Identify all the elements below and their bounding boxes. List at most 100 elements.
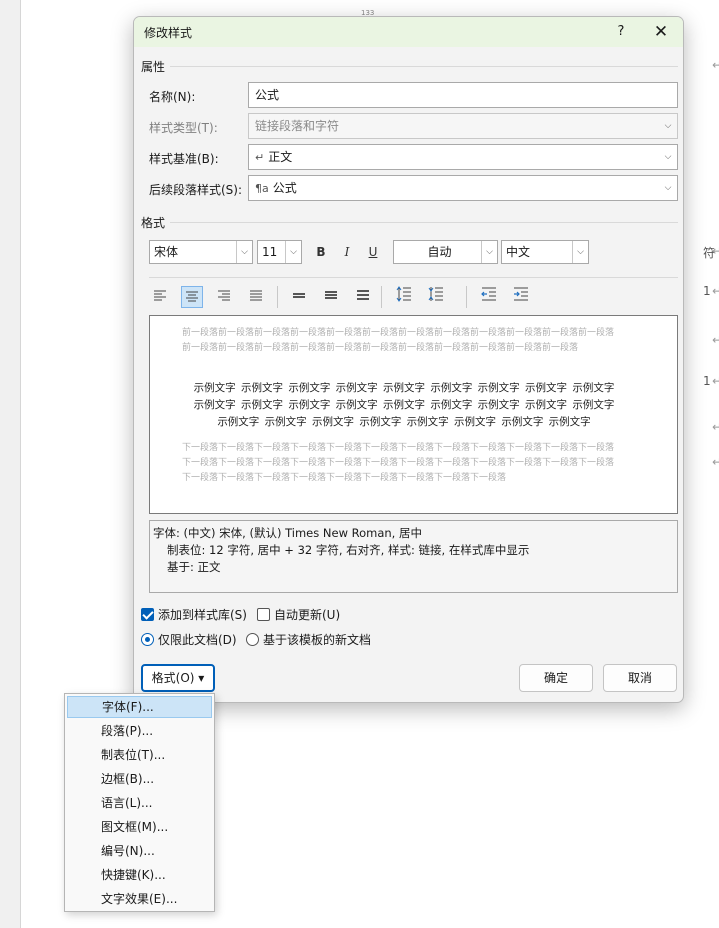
increase-paragraph-spacing-icon[interactable] [393,286,415,308]
menu-item-paragraph[interactable]: 段落(P)... [67,720,212,742]
align-right-icon[interactable] [213,286,235,308]
decrease-paragraph-spacing-icon[interactable] [425,286,447,308]
single-spacing-icon[interactable] [288,286,310,308]
preview-next-paragraph: 下一段落下一段落下一段落下一段落下一段落下一段落下一段落下一段落下一段落下一段落… [182,443,615,483]
script-select[interactable]: 中文 ⌵ [501,240,589,264]
preview-sample-line: 示例文字 示例文字 示例文字 示例文字 示例文字 示例文字 示例文字 示例文字 [217,416,591,428]
help-button[interactable]: ? [610,21,632,43]
format-menu: 字体(F)... 段落(P)... 制表位(T)... 边框(B)... 语言(… [64,693,215,912]
menu-item-font[interactable]: 字体(F)... [67,696,212,718]
font-name-select[interactable]: 宋体 ⌵ [149,240,253,264]
font-name-value: 宋体 [154,245,179,259]
dialog-titlebar: 修改样式 ? ✕ [134,17,683,47]
chevron-down-icon[interactable]: ⌵ [285,241,301,263]
style-type-label: 样式类型(T): [149,121,218,135]
font-color-value: 自动 [427,245,452,259]
divider [170,222,678,223]
style-preview: 前一段落前一段落前一段落前一段落前一段落前一段落前一段落前一段落前一段落前一段落… [149,315,678,514]
menu-item-frame[interactable]: 图文框(M)... [67,816,212,838]
radio-icon[interactable] [246,633,259,646]
linked-style-icon: ¶a [255,182,269,195]
menu-item-shortcut-key[interactable]: 快捷键(K)... [67,864,212,886]
cancel-button[interactable]: 取消 [603,664,677,692]
ok-button[interactable]: 确定 [519,664,593,692]
style-description: 字体: (中文) 宋体, (默认) Times New Roman, 居中 制表… [149,520,678,593]
only-this-document-radio[interactable]: 仅限此文档(D) [141,631,237,648]
align-center-icon[interactable] [181,286,203,308]
font-size-select[interactable]: 11 ⌵ [257,240,302,264]
double-spacing-icon[interactable] [352,286,374,308]
only-this-document-label: 仅限此文档(D) [158,633,237,647]
chevron-down-icon[interactable]: ⌵ [572,241,588,263]
next-style-label: 后续段落样式(S): [149,183,243,197]
next-style-value: 公式 [272,181,297,195]
increase-indent-icon[interactable] [510,286,532,308]
underline-button[interactable]: U [362,241,384,263]
toolbar-separator [277,286,278,308]
close-icon[interactable]: ✕ [649,21,673,43]
align-left-icon[interactable] [149,286,171,308]
based-on-label: 样式基准(B): [149,152,219,166]
divider [170,66,678,67]
menu-item-border[interactable]: 边框(B)... [67,768,212,790]
auto-update-checkbox[interactable]: 自动更新(U) [257,606,340,623]
chevron-down-icon[interactable]: ⌵ [659,145,677,169]
decrease-indent-icon[interactable] [478,286,500,308]
doc-text-fragment: 1 [703,284,711,298]
bold-button[interactable]: B [310,241,332,263]
auto-update-label: 自动更新(U) [274,608,341,622]
new-documents-template-label: 基于该模板的新文档 [263,633,372,647]
paragraph-mark-icon: ↵ [712,58,719,72]
preview-sample-line: 示例文字 示例文字 示例文字 示例文字 示例文字 示例文字 示例文字 示例文字 … [193,382,615,394]
paragraph-mark-icon: ↵ [712,374,719,388]
menu-item-numbering[interactable]: 编号(N)... [67,840,212,862]
format-menu-button[interactable]: 格式(O) ▾ [141,664,215,692]
paragraph-mark-icon: ↵ [712,284,719,298]
based-on-value: 正文 [268,150,293,164]
paragraph-mark-icon: ↵ [712,244,719,258]
paragraph-style-icon: ↵ [255,151,265,164]
menu-item-language[interactable]: 语言(L)... [67,792,212,814]
checkbox-icon[interactable] [257,608,270,621]
style-name-input[interactable]: 公式 [248,82,678,108]
dialog-title: 修改样式 [144,26,193,40]
font-color-select[interactable]: 自动 ⌵ [393,240,498,264]
description-line: 基于: 正文 [167,560,221,574]
menu-item-text-effects[interactable]: 文字效果(E)... [67,888,212,910]
description-line: 制表位: 12 字符, 居中 + 32 字符, 右对齐, 样式: 链接, 在样式… [167,543,530,557]
style-type-select: 链接段落和字符 ⌵ [248,113,678,139]
chevron-down-icon[interactable]: ⌵ [236,241,252,263]
description-line: 字体: (中文) 宋体, (默认) Times New Roman, 居中 [153,526,422,540]
properties-section-label: 属性 [141,60,166,74]
justify-icon[interactable] [245,286,267,308]
name-label: 名称(N): [149,90,196,104]
toolbar-separator [381,286,382,308]
add-to-gallery-checkbox[interactable]: 添加到样式库(S) [141,606,247,623]
paragraph-mark-icon: ↵ [712,455,719,469]
next-style-select[interactable]: ¶a 公式 ⌵ [248,175,678,201]
doc-text-fragment: 1 [703,374,711,388]
style-type-value: 链接段落和字符 [255,119,340,133]
menu-item-tabs[interactable]: 制表位(T)... [67,744,212,766]
script-value: 中文 [506,245,531,259]
paragraph-mark-icon: ↵ [712,333,719,347]
italic-button[interactable]: I [336,241,358,263]
checkbox-checked-icon[interactable] [141,608,154,621]
preview-sample-line: 示例文字 示例文字 示例文字 示例文字 示例文字 示例文字 示例文字 示例文字 … [193,399,615,411]
chevron-down-icon[interactable]: ⌵ [481,241,497,263]
one-half-spacing-icon[interactable] [320,286,342,308]
new-documents-template-radio[interactable]: 基于该模板的新文档 [246,631,371,648]
chevron-down-icon: ⌵ [664,121,672,131]
paragraph-mark-icon: ↵ [712,420,719,434]
divider [149,277,678,278]
format-section-label: 格式 [141,216,166,230]
radio-selected-icon[interactable] [141,633,154,646]
modify-style-dialog: 修改样式 ? ✕ 属性 名称(N): 公式 样式类型(T): 链接段落和字符 ⌵… [133,16,684,703]
style-name-value: 公式 [255,88,280,102]
font-size-value: 11 [262,245,278,259]
based-on-select[interactable]: ↵ 正文 ⌵ [248,144,678,170]
toolbar-separator [466,286,467,308]
preview-previous-paragraph: 前一段落前一段落前一段落前一段落前一段落前一段落前一段落前一段落前一段落前一段落… [182,328,615,353]
chevron-down-icon[interactable]: ⌵ [659,176,677,200]
add-to-gallery-label: 添加到样式库(S) [158,608,247,622]
